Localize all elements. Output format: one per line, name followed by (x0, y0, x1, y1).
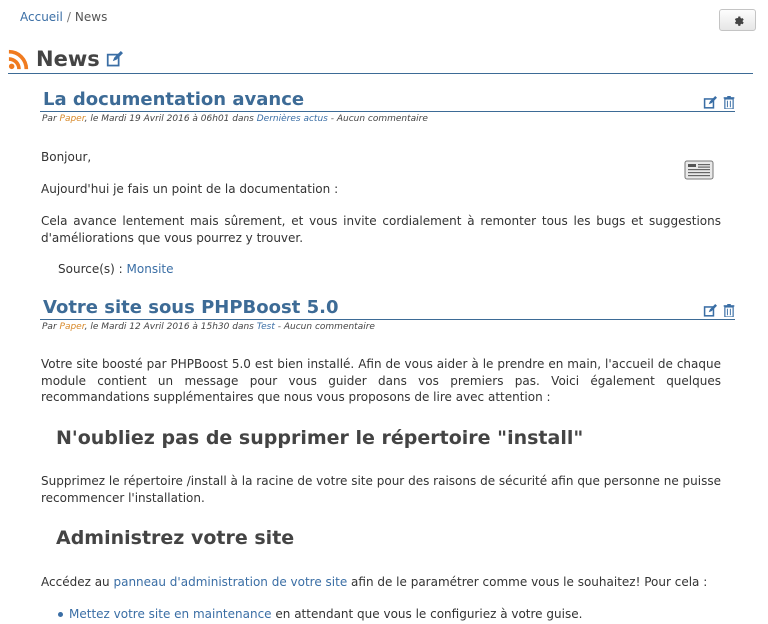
article-paragraph: Cela avance lentement mais sûrement, et … (41, 214, 721, 245)
edit-icon[interactable] (703, 96, 718, 109)
article-source: Source(s) : Monsite (58, 261, 358, 278)
meta-by: Par (42, 114, 57, 124)
meta-comments: - Aucun commentaire (330, 114, 428, 124)
article: La documentation avance Par Paper, le Ma… (40, 88, 735, 124)
article-paragraph: Supprimez le répertoire /install à la ra… (41, 474, 721, 505)
maintenance-link[interactable]: Mettez votre site en maintenance (69, 607, 272, 621)
article-header: La documentation avance (40, 88, 735, 112)
page-header: News (8, 45, 753, 74)
rss-icon[interactable] (8, 48, 30, 70)
breadcrumb-current: News (74, 10, 108, 24)
bullet-icon (58, 612, 63, 617)
article-title-link[interactable]: La documentation avance (43, 89, 304, 110)
paragraph-text: afin de le paramétrer comme vous le souh… (347, 575, 708, 589)
article-header: Votre site sous PHPBoost 5.0 (40, 296, 735, 320)
source-link[interactable]: Monsite (127, 262, 174, 276)
settings-button[interactable] (719, 9, 756, 31)
article-meta: Par Paper, le Mardi 12 Avril 2016 à 15h3… (40, 322, 735, 332)
admin-panel-link[interactable]: panneau d'administration de votre site (113, 575, 347, 589)
source-label: Source(s) : (58, 262, 123, 276)
newspaper-icon (684, 160, 714, 180)
article-paragraph: Accédez au panneau d'administration de v… (41, 574, 721, 591)
article-paragraph: Aujourd'hui je fais un point de la docum… (41, 182, 339, 196)
article-paragraph: Bonjour, (41, 150, 92, 164)
breadcrumb-home-link[interactable]: Accueil (20, 10, 63, 24)
article: Votre site sous PHPBoost 5.0 Par Paper, … (40, 296, 735, 332)
edit-icon[interactable] (106, 51, 124, 67)
article-tools (703, 96, 735, 109)
meta-comments: - Aucun commentaire (277, 322, 375, 332)
meta-date: , le Mardi 12 Avril 2016 à 15h30 dans (84, 322, 254, 332)
list-item: Mettez votre site en maintenance en atte… (58, 606, 718, 623)
page-title: News (36, 47, 100, 71)
section-heading: N'oubliez pas de supprimer le répertoire… (56, 427, 584, 449)
trash-icon[interactable] (723, 304, 735, 317)
breadcrumb-separator: / (66, 10, 71, 24)
gear-icon (734, 16, 744, 26)
category-link[interactable]: Test (257, 322, 275, 332)
author-link[interactable]: Paper (60, 114, 85, 124)
list-item-text: en attendant que vous le configuriez à v… (271, 607, 583, 621)
article-meta: Par Paper, le Mardi 19 Avril 2016 à 06h0… (40, 114, 735, 124)
trash-icon[interactable] (723, 96, 735, 109)
article-tools (703, 304, 735, 317)
category-link[interactable]: Dernières actus (257, 114, 328, 124)
breadcrumb: Accueil / News (20, 10, 107, 24)
article-title-link[interactable]: Votre site sous PHPBoost 5.0 (43, 297, 338, 318)
article-paragraph: Votre site boosté par PHPBoost 5.0 est b… (41, 357, 721, 404)
paragraph-text: Accédez au (41, 575, 114, 589)
section-heading: Administrez votre site (56, 527, 295, 549)
meta-date: , le Mardi 19 Avril 2016 à 06h01 dans (84, 114, 254, 124)
meta-by: Par (42, 322, 57, 332)
author-link[interactable]: Paper (60, 322, 85, 332)
edit-icon[interactable] (703, 304, 718, 317)
